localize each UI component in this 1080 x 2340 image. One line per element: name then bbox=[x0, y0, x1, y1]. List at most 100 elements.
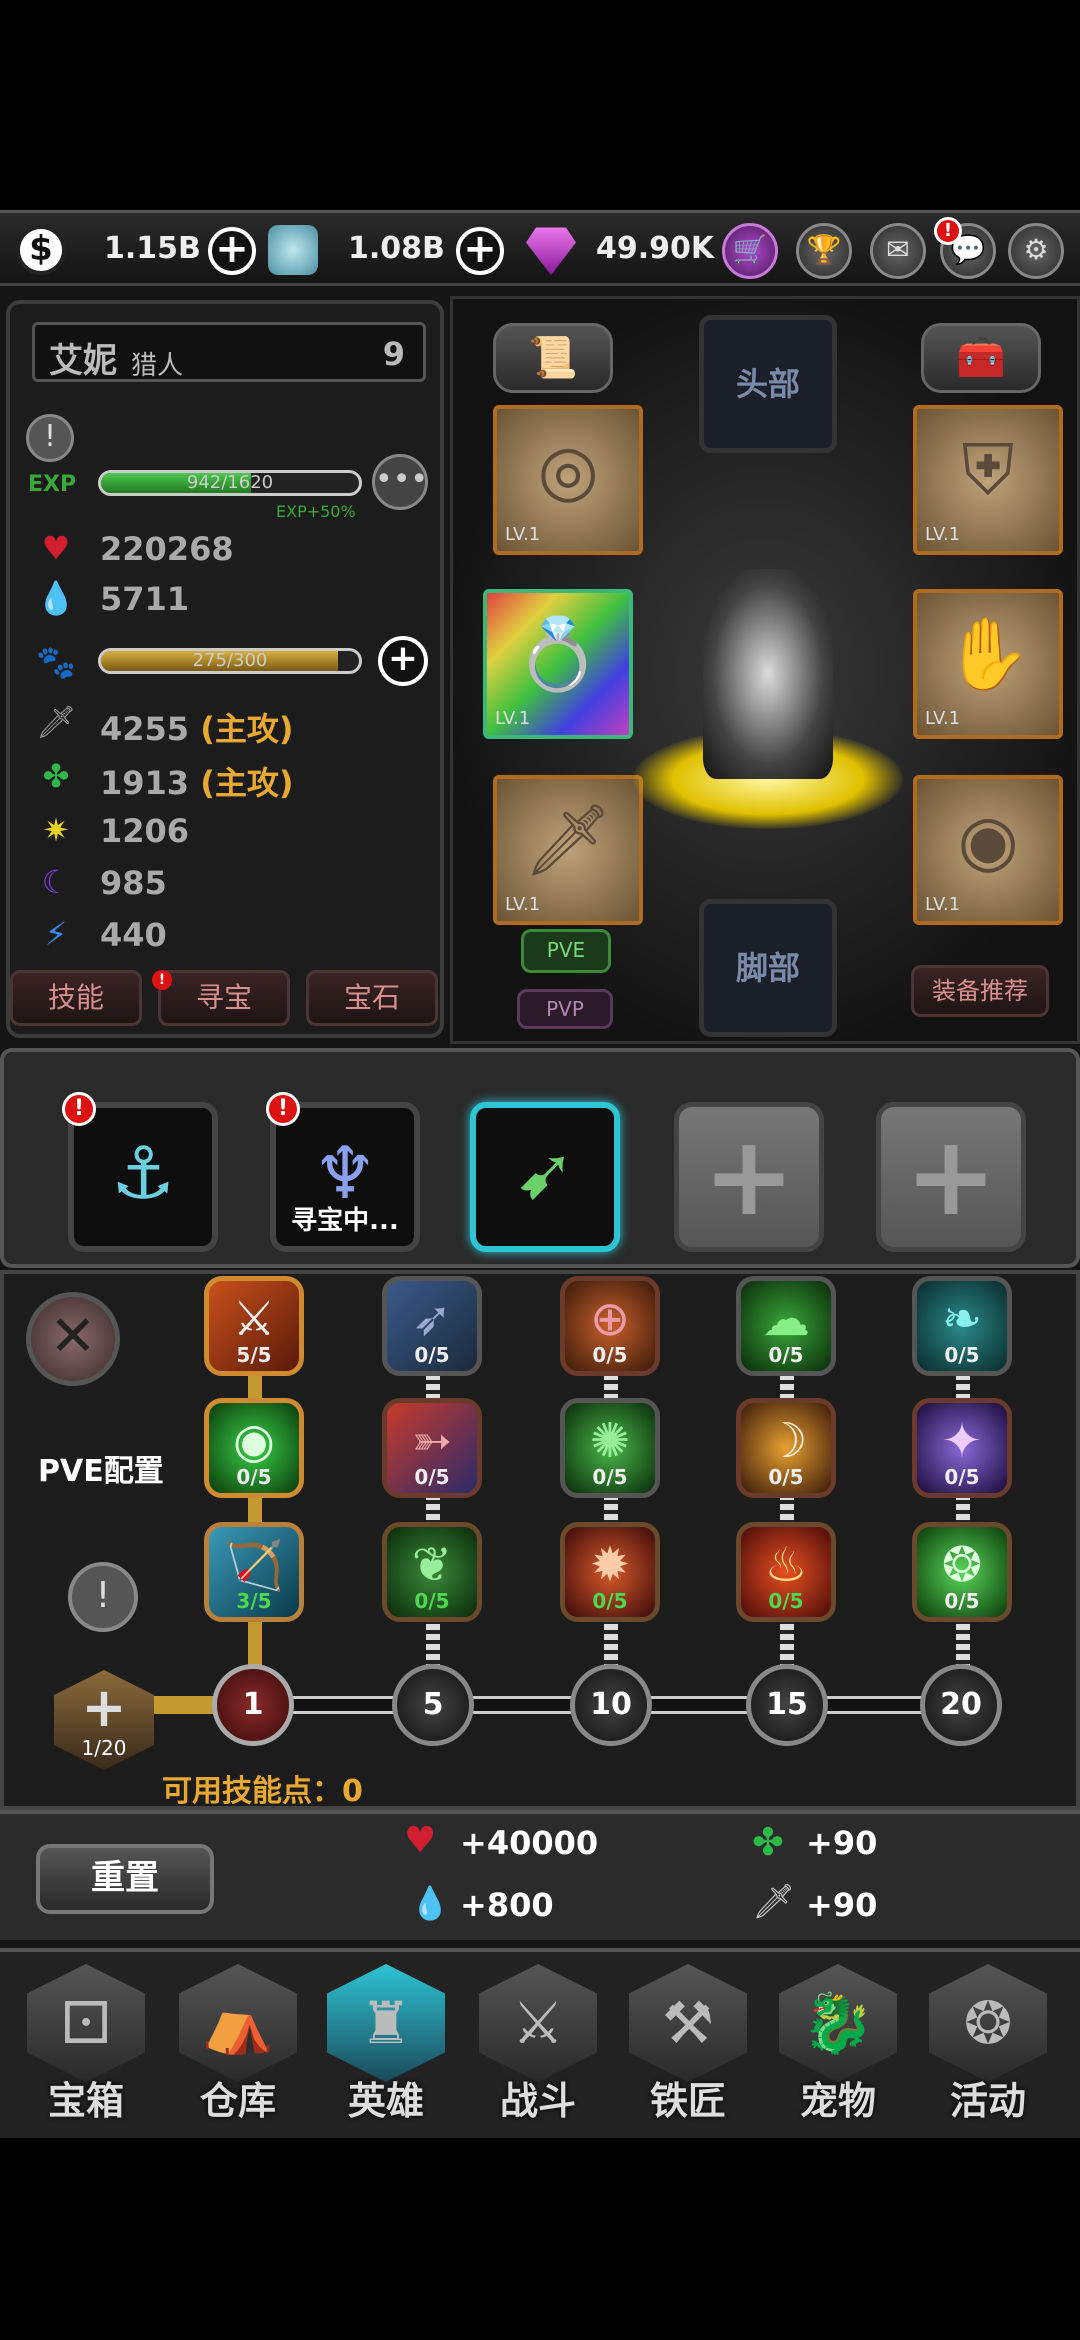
nav-chest[interactable]: ⚀ 宝箱 bbox=[20, 1964, 152, 2134]
level-15-marker: 15 bbox=[746, 1664, 828, 1746]
armor-slot[interactable]: ⛨ LV.1 bbox=[913, 405, 1063, 555]
add-skill-set-button-1[interactable]: + bbox=[674, 1102, 824, 1252]
skill-node-count: 0/5 bbox=[236, 1465, 272, 1489]
gem-icon bbox=[526, 227, 576, 275]
hunter-icon: 🏹 bbox=[224, 1538, 284, 1594]
nav-hero-label: 英雄 bbox=[347, 2079, 424, 2123]
equipment-recommend-button[interactable]: 装备推荐 bbox=[911, 965, 1049, 1017]
skill-node[interactable]: ⊕ 0/5 bbox=[560, 1276, 660, 1376]
skill-node[interactable]: ◉ 0/5 bbox=[204, 1398, 304, 1498]
mail-button[interactable]: ✉ bbox=[870, 223, 926, 279]
skill-node[interactable]: ➶ 0/5 bbox=[382, 1276, 482, 1376]
shield-slot[interactable]: ◉ LV.1 bbox=[913, 775, 1063, 925]
burst-icon: ✺ bbox=[589, 1413, 631, 1469]
tab-treasure[interactable]: 寻宝 bbox=[158, 970, 290, 1026]
trophy-button[interactable]: 🏆 bbox=[796, 223, 852, 279]
currency-bar: $ 1.15B + 1.08B + 49.90K 🛒 🏆 ✉ 💬 ! ⚙ bbox=[0, 210, 1080, 286]
settings-button[interactable]: ⚙ bbox=[1008, 223, 1064, 279]
skill-node[interactable]: ☁ 0/5 bbox=[736, 1276, 836, 1376]
nav-blacksmith[interactable]: ⚒ 铁匠 bbox=[622, 1964, 754, 2134]
info-button[interactable]: ! bbox=[26, 414, 74, 462]
hero-level: 9 bbox=[382, 335, 405, 373]
hero-figure[interactable] bbox=[703, 569, 833, 779]
gloves-slot[interactable]: ✋ LV.1 bbox=[913, 589, 1063, 739]
plus-icon: + bbox=[81, 1676, 127, 1739]
head-slot[interactable]: 头部 bbox=[699, 315, 837, 453]
treasure-alert-badge: ! bbox=[152, 970, 172, 990]
skill-node[interactable]: ☽ 0/5 bbox=[736, 1398, 836, 1498]
skill-node[interactable]: ⚔ 5/5 bbox=[204, 1276, 304, 1376]
reset-button[interactable]: 重置 bbox=[36, 1844, 214, 1914]
level-1-marker: 1 bbox=[212, 1664, 294, 1746]
ring-level: LV.1 bbox=[495, 708, 531, 729]
sword-slot[interactable]: 🗡 LV.1 bbox=[493, 775, 643, 925]
nav-warehouse-label: 仓库 bbox=[199, 2079, 276, 2123]
add-skill-set-button-2[interactable]: + bbox=[876, 1102, 1026, 1252]
skill-node[interactable]: ♨ 0/5 bbox=[736, 1522, 836, 1622]
skill-node[interactable]: ❂ 0/5 bbox=[912, 1522, 1012, 1622]
add-gold-button[interactable]: + bbox=[208, 227, 256, 275]
feet-slot[interactable]: 脚部 bbox=[699, 899, 837, 1037]
nav-events[interactable]: ❂ 活动 bbox=[922, 1964, 1054, 2134]
anvil-icon: ⚒ bbox=[629, 1964, 747, 2082]
wolf-icon: ❦ bbox=[411, 1537, 453, 1593]
skill-node[interactable]: ✦ 0/5 bbox=[912, 1398, 1012, 1498]
skill-set-row: ⚓ ! ♆ 寻宝中... ! ➹ + + bbox=[0, 1048, 1080, 1268]
gem-amount: 49.90K bbox=[596, 231, 715, 266]
chest-icon: ⚀ bbox=[27, 1964, 145, 2082]
nav-warehouse[interactable]: ⛺ 仓库 bbox=[172, 1964, 304, 2134]
skill-points-root[interactable]: + 1/20 bbox=[54, 1670, 154, 1770]
chest-button[interactable]: 🧰 bbox=[921, 323, 1041, 393]
cart-icon: 🛒 bbox=[732, 233, 768, 266]
tree-info-button[interactable]: ! bbox=[68, 1562, 138, 1632]
stat-attack: 🗡 4255 (主攻) bbox=[30, 700, 430, 748]
skill-set-bow-selected[interactable]: ➹ bbox=[470, 1102, 620, 1252]
skill-node[interactable]: ✹ 0/5 bbox=[560, 1522, 660, 1622]
skill-node[interactable]: 🏹 3/5 bbox=[204, 1522, 304, 1622]
skill-node-count: 0/5 bbox=[414, 1465, 450, 1489]
pvp-button[interactable]: PVP bbox=[517, 989, 613, 1029]
nav-battle[interactable]: ⚔ 战斗 bbox=[472, 1964, 604, 2134]
add-pet-button[interactable]: + bbox=[378, 636, 428, 686]
close-tree-button[interactable]: ✕ bbox=[26, 1292, 120, 1386]
skill-node[interactable]: ❧ 0/5 bbox=[912, 1276, 1012, 1376]
skill-node-count: 0/5 bbox=[592, 1343, 628, 1367]
sword-icon: 🗡 bbox=[752, 1882, 796, 1922]
water-drop-icon: 💧 bbox=[36, 579, 76, 617]
necklace-slot[interactable]: ◎ LV.1 bbox=[493, 405, 643, 555]
lightning-icon: ⚡ bbox=[44, 915, 68, 953]
sun-icon: ✷ bbox=[42, 811, 70, 849]
treasure-status: 寻宝中... bbox=[291, 1206, 399, 1236]
armor-level: LV.1 bbox=[925, 524, 961, 545]
skill-node[interactable]: ❦ 0/5 bbox=[382, 1522, 482, 1622]
skill-node[interactable]: ➳ 0/5 bbox=[382, 1398, 482, 1498]
moon-icon: ☾ bbox=[41, 863, 71, 901]
sword-level: LV.1 bbox=[505, 894, 541, 915]
anchor-icon: ⚓ bbox=[110, 1131, 176, 1215]
tab-gems[interactable]: 宝石 bbox=[306, 970, 438, 1026]
exp-label: EXP bbox=[28, 472, 77, 497]
bonus-attack: +90 bbox=[806, 1886, 878, 1924]
ring-slot[interactable]: 💍 LV.1 bbox=[483, 589, 633, 739]
nav-events-label: 活动 bbox=[949, 2079, 1026, 2123]
stat-hp-value: 220268 bbox=[100, 530, 234, 568]
stat-attack-value: 4255 (主攻) bbox=[100, 710, 294, 748]
arrows-icon: ➶ bbox=[411, 1291, 453, 1347]
exp-text: 942/1620 bbox=[186, 472, 274, 493]
moon-slash-icon: ☽ bbox=[764, 1413, 808, 1469]
shop-cart-button[interactable]: 🛒 bbox=[722, 223, 778, 279]
pet-bar: 275/300 bbox=[98, 648, 362, 674]
pve-button[interactable]: PVE bbox=[521, 929, 611, 973]
nav-pet[interactable]: 🐉 宠物 bbox=[772, 1964, 904, 2134]
skill-set-treasure[interactable]: ♆ 寻宝中... bbox=[270, 1102, 420, 1252]
scroll-button[interactable]: 📜 bbox=[493, 323, 613, 393]
nav-hero[interactable]: ♜ 英雄 bbox=[320, 1964, 452, 2134]
add-crystal-button[interactable]: + bbox=[456, 227, 504, 275]
tab-skills[interactable]: 技能 bbox=[10, 970, 142, 1026]
skill-set-anchor[interactable]: ⚓ bbox=[68, 1102, 218, 1252]
more-options-button[interactable]: ••• bbox=[372, 454, 428, 510]
bottom-nav: ⚀ 宝箱 ⛺ 仓库 ♜ 英雄 ⚔ 战斗 ⚒ 铁匠 🐉 宠物 ❂ 活动 bbox=[0, 1948, 1080, 2138]
skill-node[interactable]: ✺ 0/5 bbox=[560, 1398, 660, 1498]
gloves-level: LV.1 bbox=[925, 708, 961, 729]
skill-node-count: 0/5 bbox=[592, 1589, 628, 1613]
